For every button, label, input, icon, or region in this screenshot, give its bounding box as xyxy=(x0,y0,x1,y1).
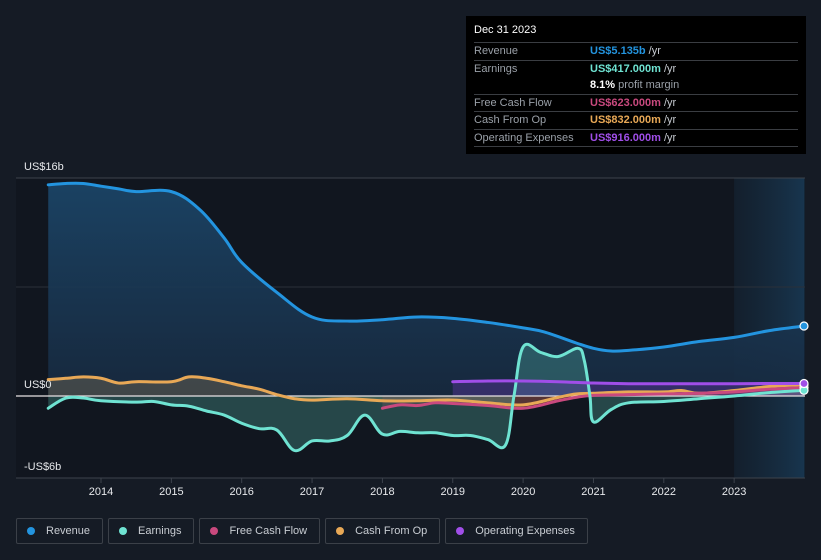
operating-expenses-end-marker[interactable] xyxy=(799,378,809,389)
x-tick-label: 2018 xyxy=(370,486,394,498)
legend-item-operating-expenses[interactable]: Operating Expenses xyxy=(445,518,588,544)
legend-item-revenue[interactable]: Revenue xyxy=(16,518,104,544)
tooltip-unit: /yr xyxy=(648,45,661,57)
tooltip-unit: /yr xyxy=(663,96,677,109)
tooltip-value: US$916.000m xyxy=(590,131,661,144)
legend-item-free-cash-flow[interactable]: Free Cash Flow xyxy=(199,518,321,544)
x-tick-label: 2019 xyxy=(441,486,465,498)
tooltip-date: Dec 31 2023 xyxy=(474,24,798,43)
tooltip-value: US$417.000m xyxy=(590,62,661,75)
tooltip-row-revenue: Revenue US$5.135b /yr xyxy=(474,43,798,61)
profit-margin-label: profit margin xyxy=(618,79,680,91)
legend-label: Revenue xyxy=(46,525,91,537)
x-tick-label: 2016 xyxy=(229,486,253,498)
profit-margin-value: 8.1% xyxy=(590,79,616,91)
tooltip-label: Cash From Op xyxy=(474,114,547,126)
y-tick-label: US$0 xyxy=(24,379,52,391)
tooltip-label: Operating Expenses xyxy=(474,131,574,144)
legend-label: Earnings xyxy=(138,525,182,537)
x-tick-label: 2020 xyxy=(511,486,535,498)
legend-label: Cash From Op xyxy=(355,525,428,537)
tooltip-row-operating-expenses: Operating Expenses US$916.000m /yr xyxy=(474,130,798,147)
tooltip-row-profit-margin: 8.1% profit margin xyxy=(474,77,798,95)
legend: Revenue Earnings Free Cash Flow Cash Fro… xyxy=(16,518,588,544)
tooltip-panel: Dec 31 2023 Revenue US$5.135b /yr Earnin… xyxy=(466,16,806,154)
free-cash-flow-dot-icon xyxy=(210,527,219,535)
x-tick-label: 2022 xyxy=(652,486,676,498)
x-tick-label: 2015 xyxy=(159,486,183,498)
revenue-end-marker[interactable] xyxy=(799,321,809,331)
legend-label: Free Cash Flow xyxy=(229,525,308,537)
tooltip-label: Earnings xyxy=(474,62,518,75)
operating-expenses-dot-icon xyxy=(456,527,465,535)
tooltip-unit: /yr xyxy=(663,62,677,75)
legend-item-cash-from-op[interactable]: Cash From Op xyxy=(325,518,441,544)
tooltip-unit: /yr xyxy=(663,114,677,126)
revenue-dot-icon xyxy=(27,527,35,535)
earnings-dot-icon xyxy=(119,527,128,535)
x-tick-label: 2014 xyxy=(89,486,113,498)
tooltip-value: US$623.000m xyxy=(590,96,661,109)
tooltip-row-free-cash-flow: Free Cash Flow US$623.000m /yr xyxy=(474,95,798,112)
y-tick-label: -US$6b xyxy=(24,461,61,473)
tooltip-row-earnings: Earnings US$417.000m /yr xyxy=(474,61,798,78)
x-tick-label: 2021 xyxy=(581,486,605,498)
tooltip-label: Revenue xyxy=(474,45,519,57)
tooltip-label: Free Cash Flow xyxy=(474,96,552,109)
x-tick-label: 2017 xyxy=(300,486,324,498)
cash-from-op-dot-icon xyxy=(336,527,345,535)
tooltip-row-cash-from-op: Cash From Op US$832.000m /yr xyxy=(474,112,798,130)
tooltip-value: US$832.000m xyxy=(590,114,661,126)
x-tick-label: 2023 xyxy=(722,486,746,498)
legend-label: Operating Expenses xyxy=(475,525,575,537)
tooltip-value: US$5.135b xyxy=(590,45,646,57)
tooltip-unit: /yr xyxy=(663,131,677,144)
legend-item-earnings[interactable]: Earnings xyxy=(108,518,195,544)
tooltip-label xyxy=(474,77,590,94)
y-tick-label: US$16b xyxy=(24,161,64,173)
